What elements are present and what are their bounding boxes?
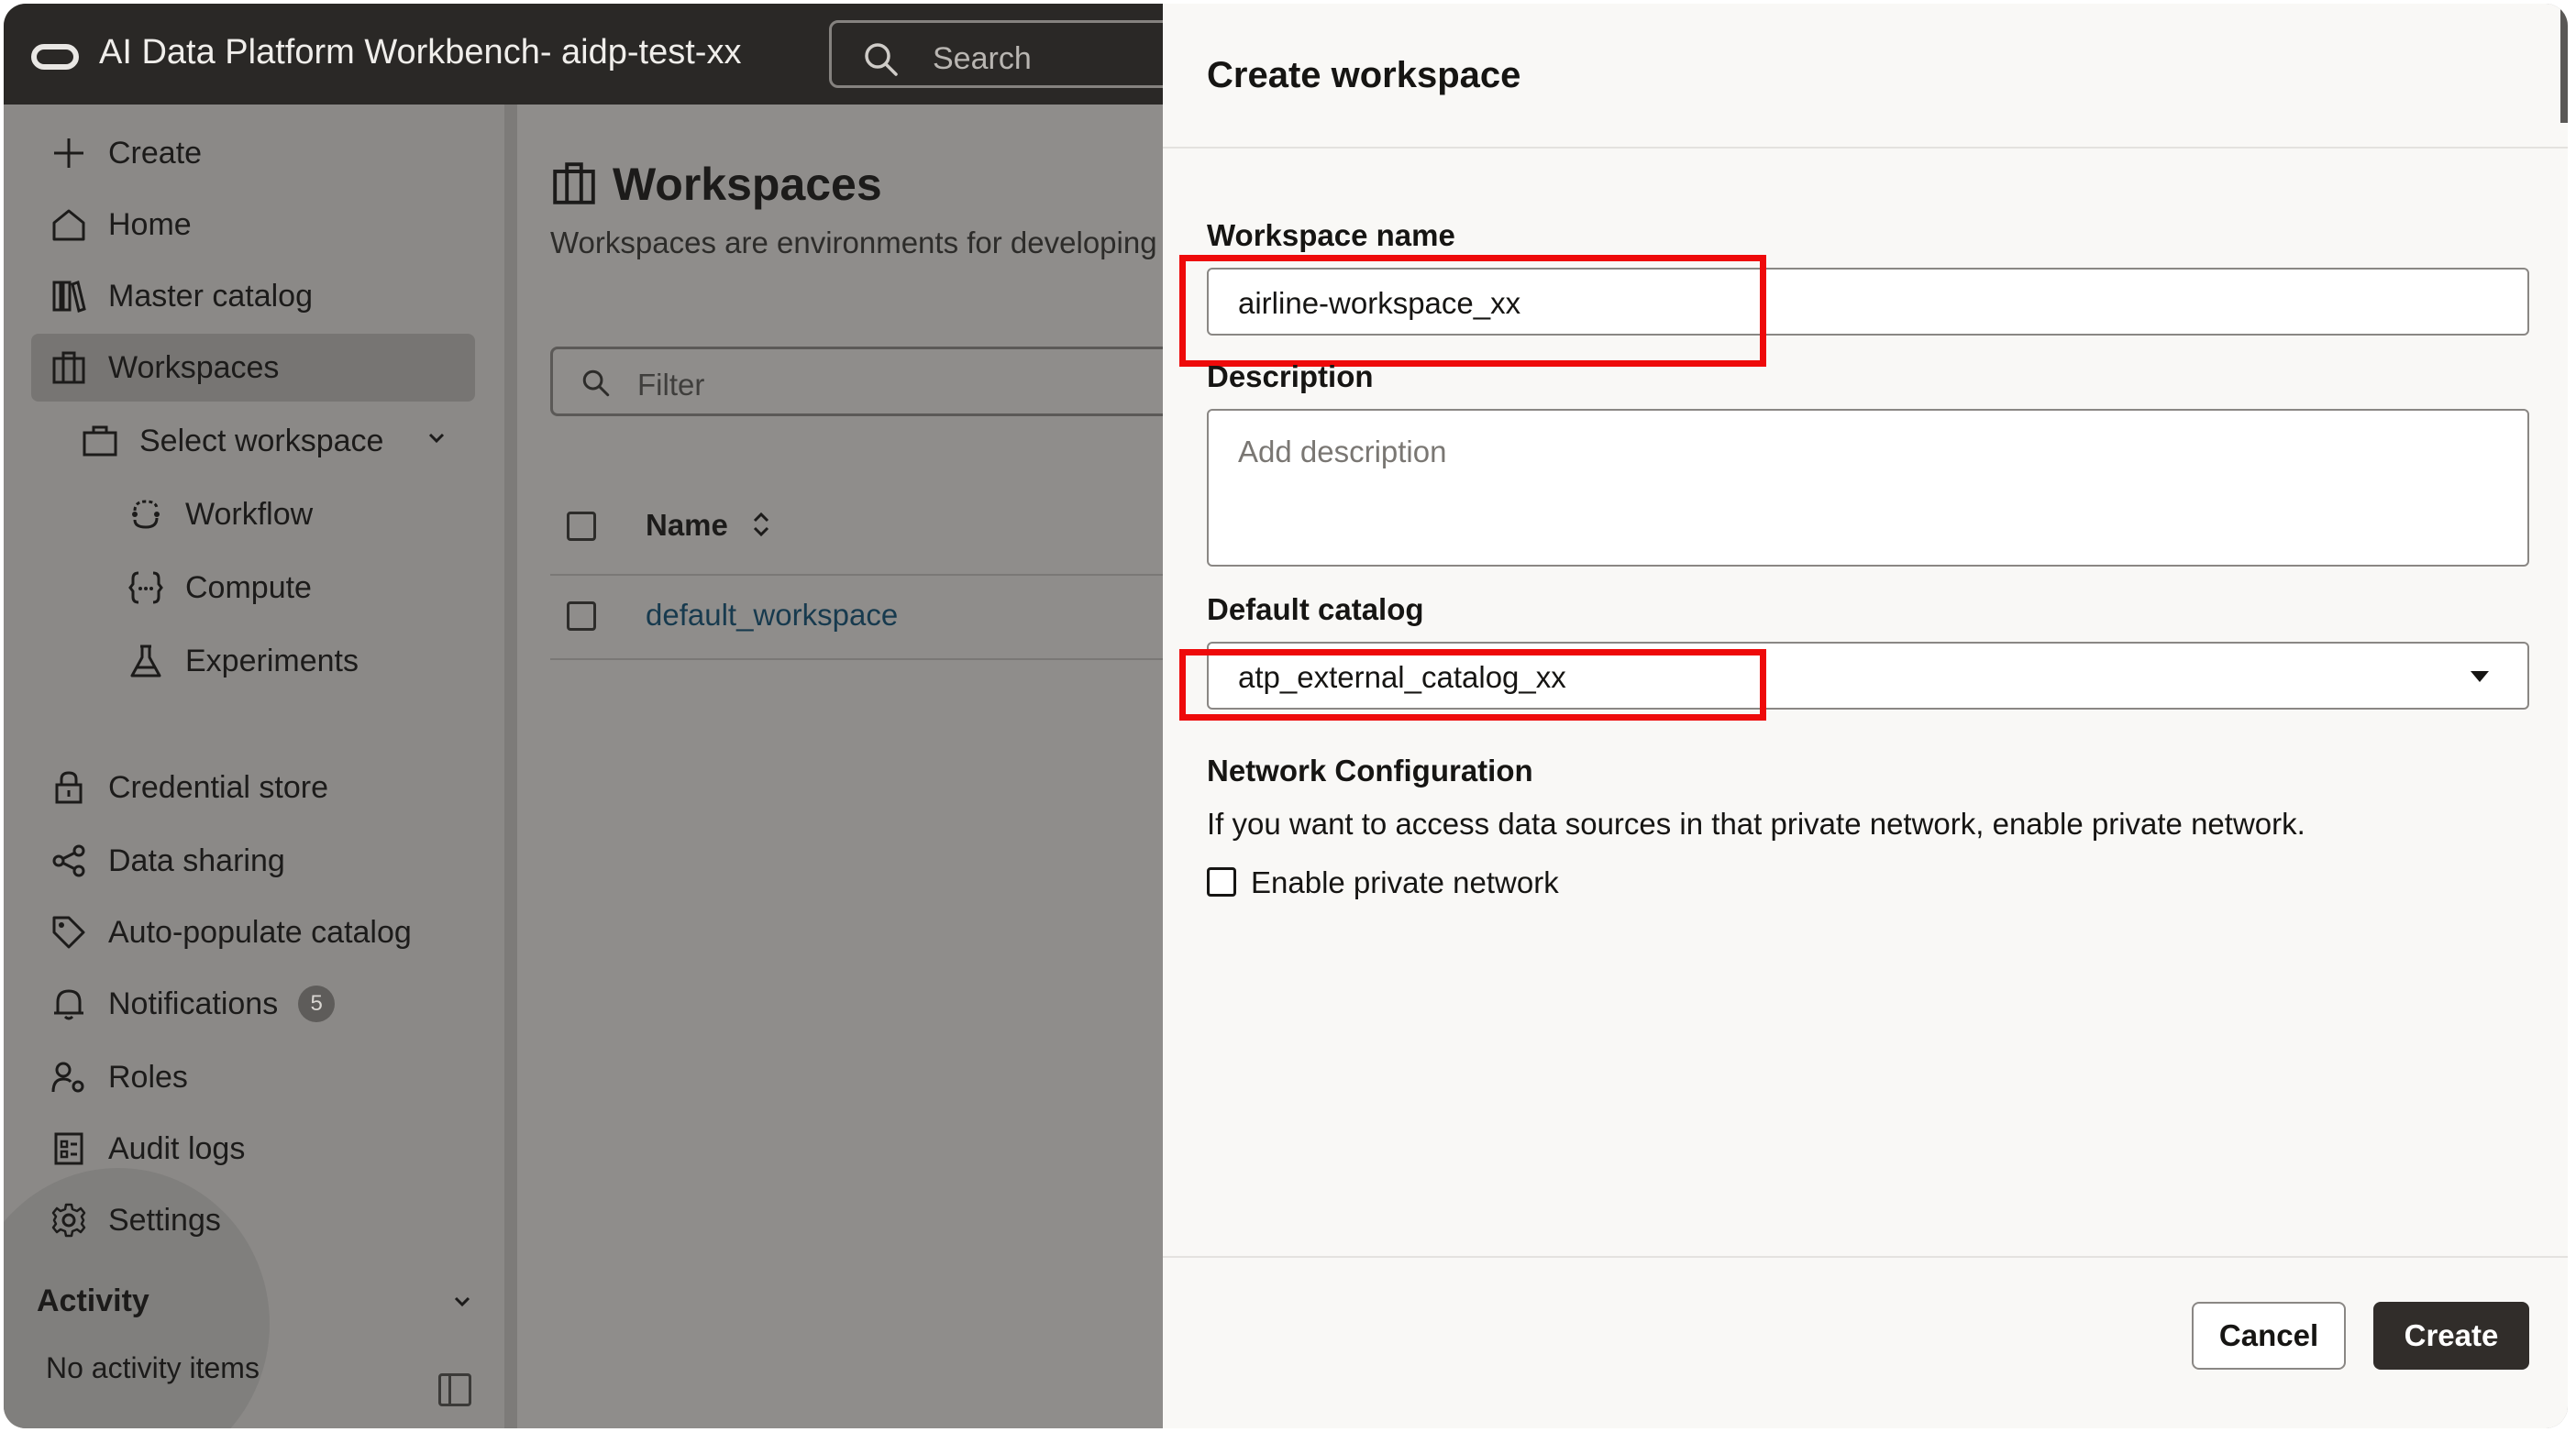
create-button[interactable]: Create bbox=[2373, 1302, 2529, 1370]
filter-placeholder: Filter bbox=[637, 368, 705, 402]
search-icon bbox=[863, 41, 900, 83]
highlight-box bbox=[1179, 649, 1766, 721]
sidebar-item-label: Master catalog bbox=[108, 278, 313, 314]
row-checkbox[interactable] bbox=[567, 601, 596, 631]
notification-count-badge: 5 bbox=[298, 986, 336, 1022]
tag-icon bbox=[46, 909, 92, 955]
compute-icon bbox=[123, 565, 169, 611]
briefcase-icon bbox=[77, 418, 123, 464]
sidebar-item-master-catalog[interactable]: Master catalog bbox=[31, 262, 475, 330]
description-placeholder: Add description bbox=[1238, 435, 1447, 468]
audit-log-icon bbox=[46, 1126, 92, 1172]
sidebar-item-label: Select workspace bbox=[139, 423, 384, 458]
oracle-logo-icon bbox=[31, 44, 79, 70]
sidebar-item-credential-store[interactable]: Credential store bbox=[31, 754, 475, 821]
sidebar-item-label: Compute bbox=[185, 569, 312, 605]
sidebar-item-label: Credential store bbox=[108, 769, 329, 805]
sidebar-item-experiments[interactable]: Experiments bbox=[31, 627, 475, 695]
description-textarea[interactable]: Add description bbox=[1207, 409, 2529, 567]
sidebar-item-label: Workspaces bbox=[108, 349, 280, 385]
lock-icon bbox=[46, 765, 92, 810]
sidebar-item-data-sharing[interactable]: Data sharing bbox=[31, 827, 475, 895]
workspaces-icon bbox=[46, 345, 92, 391]
collapse-sidebar-icon[interactable] bbox=[438, 1373, 471, 1406]
cancel-button[interactable]: Cancel bbox=[2192, 1302, 2346, 1370]
enable-private-network-checkbox[interactable] bbox=[1207, 867, 1236, 897]
page-description: Workspaces are environments for developi… bbox=[550, 226, 1157, 259]
sidebar-item-auto-populate-catalog[interactable]: Auto-populate catalog bbox=[31, 898, 475, 966]
sidebar-item-label: Settings bbox=[108, 1202, 221, 1238]
network-config-description: If you want to access data sources in th… bbox=[1207, 807, 2305, 841]
scrollbar[interactable] bbox=[2560, 4, 2568, 123]
activity-empty-text: No activity items bbox=[46, 1351, 260, 1384]
sidebar: Create Home Master catalog Workspaces Se… bbox=[4, 105, 504, 1428]
sidebar-item-compute[interactable]: Compute bbox=[31, 554, 475, 622]
app-window: AI Data Platform Workbench- aidp-test-xx… bbox=[4, 4, 2568, 1428]
sidebar-item-select-workspace[interactable]: Select workspace bbox=[31, 407, 475, 475]
sidebar-item-settings[interactable]: Settings bbox=[31, 1186, 475, 1254]
drawer-title: Create workspace bbox=[1207, 55, 1521, 95]
roles-icon bbox=[46, 1054, 92, 1100]
footer-divider bbox=[1163, 1256, 2568, 1258]
column-header-name[interactable]: Name bbox=[646, 508, 728, 543]
caret-down-icon bbox=[2471, 671, 2489, 682]
plus-icon bbox=[46, 130, 92, 176]
sidebar-divider bbox=[504, 105, 517, 1428]
sidebar-item-label: Data sharing bbox=[108, 843, 285, 878]
sidebar-item-notifications[interactable]: Notifications 5 bbox=[31, 970, 475, 1038]
highlight-box bbox=[1179, 255, 1766, 367]
workspace-link[interactable]: default_workspace bbox=[646, 598, 898, 633]
table-divider bbox=[550, 658, 1174, 660]
description-label: Description bbox=[1207, 359, 1374, 393]
top-bar: AI Data Platform Workbench- aidp-test-xx… bbox=[4, 4, 1214, 105]
enable-private-network-label[interactable]: Enable private network bbox=[1251, 865, 1559, 900]
sort-icon[interactable] bbox=[748, 510, 774, 544]
sidebar-item-roles[interactable]: Roles bbox=[31, 1043, 475, 1111]
global-search[interactable]: Search bbox=[829, 20, 1214, 88]
app-title: AI Data Platform Workbench- aidp-test-xx bbox=[99, 33, 742, 72]
sidebar-item-label: Workflow bbox=[185, 496, 314, 532]
create-workspace-drawer: Create workspace Workspace name airline-… bbox=[1163, 4, 2568, 1428]
chevron-down-icon[interactable] bbox=[449, 1289, 475, 1319]
workspace-name-label: Workspace name bbox=[1207, 218, 1455, 252]
network-config-title: Network Configuration bbox=[1207, 754, 1533, 788]
default-catalog-label: Default catalog bbox=[1207, 592, 1424, 626]
sidebar-item-create[interactable]: Create bbox=[31, 119, 475, 187]
flask-icon bbox=[123, 638, 169, 684]
sidebar-item-workflow[interactable]: Workflow bbox=[31, 480, 475, 548]
sidebar-item-home[interactable]: Home bbox=[31, 191, 475, 259]
sidebar-item-label: Home bbox=[108, 206, 192, 242]
sidebar-item-label: Experiments bbox=[185, 643, 359, 678]
sidebar-item-label: Create bbox=[108, 135, 203, 171]
select-all-checkbox[interactable] bbox=[567, 512, 596, 541]
search-placeholder: Search bbox=[933, 41, 1032, 76]
activity-section-title[interactable]: Activity bbox=[37, 1283, 149, 1319]
bell-icon bbox=[46, 981, 92, 1027]
sidebar-item-label: Audit logs bbox=[108, 1130, 246, 1166]
sidebar-item-audit-logs[interactable]: Audit logs bbox=[31, 1115, 475, 1183]
catalog-icon bbox=[46, 273, 92, 319]
table-divider bbox=[550, 574, 1174, 576]
page-title: Workspaces bbox=[613, 159, 882, 210]
home-icon bbox=[46, 202, 92, 248]
sidebar-item-label: Auto-populate catalog bbox=[108, 914, 412, 950]
header-divider bbox=[1163, 147, 2568, 149]
sidebar-item-label: Notifications bbox=[108, 986, 279, 1021]
sidebar-item-label: Roles bbox=[108, 1059, 188, 1095]
share-icon bbox=[46, 838, 92, 884]
gear-icon bbox=[46, 1197, 92, 1243]
filter-input[interactable]: Filter bbox=[550, 347, 1192, 416]
workspaces-icon bbox=[550, 160, 598, 212]
chevron-down-icon bbox=[424, 424, 449, 459]
main-content: Workspaces Workspaces are environments f… bbox=[517, 105, 1192, 1428]
workflow-icon bbox=[123, 491, 169, 537]
search-icon bbox=[580, 368, 612, 403]
sidebar-item-workspaces[interactable]: Workspaces bbox=[31, 334, 475, 402]
